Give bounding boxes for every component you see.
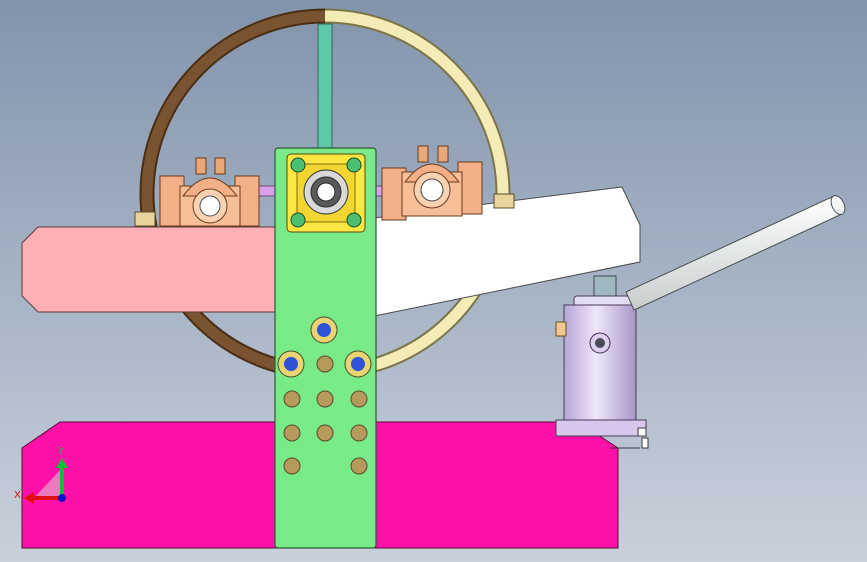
left-arm[interactable] bbox=[21, 226, 277, 313]
hole bbox=[283, 424, 301, 442]
hole bbox=[316, 355, 334, 373]
hole bbox=[283, 390, 301, 408]
hole bbox=[350, 457, 368, 475]
hole bbox=[350, 424, 368, 442]
hole bbox=[316, 424, 334, 442]
x-axis-label: X bbox=[14, 490, 21, 501]
hole bbox=[316, 390, 334, 408]
hole bbox=[283, 457, 301, 475]
flange-bearing[interactable] bbox=[286, 153, 366, 233]
jack-handle[interactable] bbox=[625, 193, 848, 311]
bolt bbox=[344, 350, 372, 378]
y-axis-label: Y bbox=[57, 446, 65, 457]
bolt bbox=[310, 316, 338, 344]
cad-viewport[interactable]: Y X bbox=[0, 0, 867, 562]
assembly-view: Y X bbox=[14, 8, 848, 549]
hole bbox=[350, 390, 368, 408]
bolt bbox=[277, 350, 305, 378]
flywheel-spoke bbox=[317, 23, 333, 155]
